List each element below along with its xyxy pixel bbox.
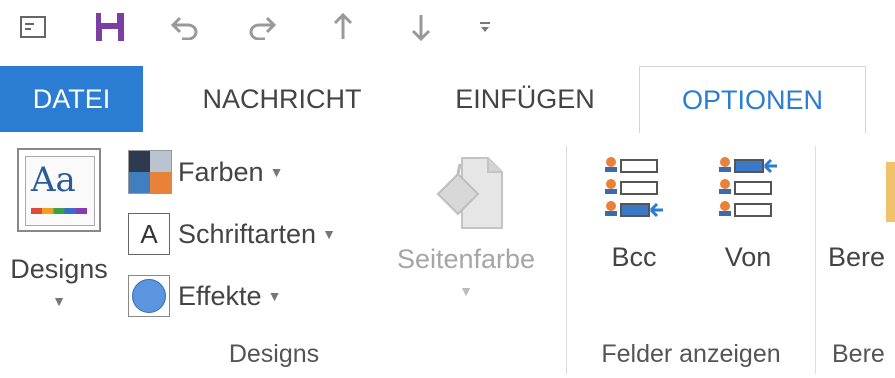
partial-icon: [886, 162, 895, 222]
tab-nachricht[interactable]: NACHRICHT: [162, 66, 402, 132]
message-icon[interactable]: [16, 10, 50, 44]
tab-datei[interactable]: DATEI: [0, 66, 143, 132]
chevron-down-icon: ▼: [267, 288, 282, 304]
effects-icon: [128, 275, 170, 317]
schriftarten-button[interactable]: A Schriftarten ▼: [128, 213, 336, 255]
farben-button[interactable]: Farben ▼: [128, 150, 284, 194]
tab-einfuegen[interactable]: EINFÜGEN: [420, 66, 630, 132]
dropdown-arrow-icon: ▼: [459, 283, 473, 299]
von-button[interactable]: Von: [700, 152, 796, 282]
group-separator: [566, 146, 567, 374]
schriftarten-label: Schriftarten: [178, 218, 317, 249]
bcc-label: Bcc: [611, 242, 657, 272]
bcc-field-icon: [603, 152, 665, 224]
designs-button[interactable]: Aa Designs ▼: [0, 144, 118, 314]
designs-button-label: Designs: [10, 254, 108, 284]
seitenfarbe-button[interactable]: Seitenfarbe ▼: [384, 152, 548, 312]
dropdown-arrow-icon: ▼: [52, 293, 66, 309]
group-label-felder-anzeigen: Felder anzeigen: [601, 340, 781, 368]
down-arrow-icon[interactable]: [404, 10, 438, 44]
ribbon-tabs: DATEI NACHRICHT EINFÜGEN OPTIONEN: [0, 66, 895, 133]
next-group-button-label: Bere: [828, 242, 886, 272]
quick-access-toolbar: [0, 0, 895, 66]
chevron-down-icon: ▼: [322, 226, 336, 242]
redo-icon[interactable]: [245, 10, 279, 44]
group-label-designs: Designs: [228, 340, 320, 368]
color-palette-icon: [128, 150, 172, 194]
tab-optionen[interactable]: OPTIONEN: [639, 66, 866, 133]
seitenfarbe-label: Seitenfarbe: [396, 244, 536, 274]
von-label: Von: [724, 242, 772, 272]
chevron-down-icon: ▼: [269, 164, 284, 180]
from-field-icon: [717, 152, 779, 224]
group-separator: [815, 146, 816, 374]
undo-icon[interactable]: [168, 10, 202, 44]
next-group-button[interactable]: Bere: [828, 152, 895, 282]
save-icon[interactable]: [93, 10, 127, 44]
page-color-icon: [424, 152, 508, 234]
effekte-button[interactable]: Effekte ▼: [128, 275, 282, 317]
designs-icon: Aa: [17, 148, 101, 232]
bcc-button[interactable]: Bcc: [586, 152, 682, 282]
ribbon-panel: Aa Designs ▼ Farben ▼ A Schriftarten ▼ E…: [0, 132, 895, 378]
up-arrow-icon[interactable]: [326, 10, 360, 44]
customize-icon[interactable]: [468, 10, 502, 44]
group-label-next: Bere: [832, 340, 885, 368]
font-icon: A: [128, 213, 170, 255]
farben-label: Farben: [178, 156, 264, 187]
effekte-label: Effekte: [178, 280, 262, 311]
